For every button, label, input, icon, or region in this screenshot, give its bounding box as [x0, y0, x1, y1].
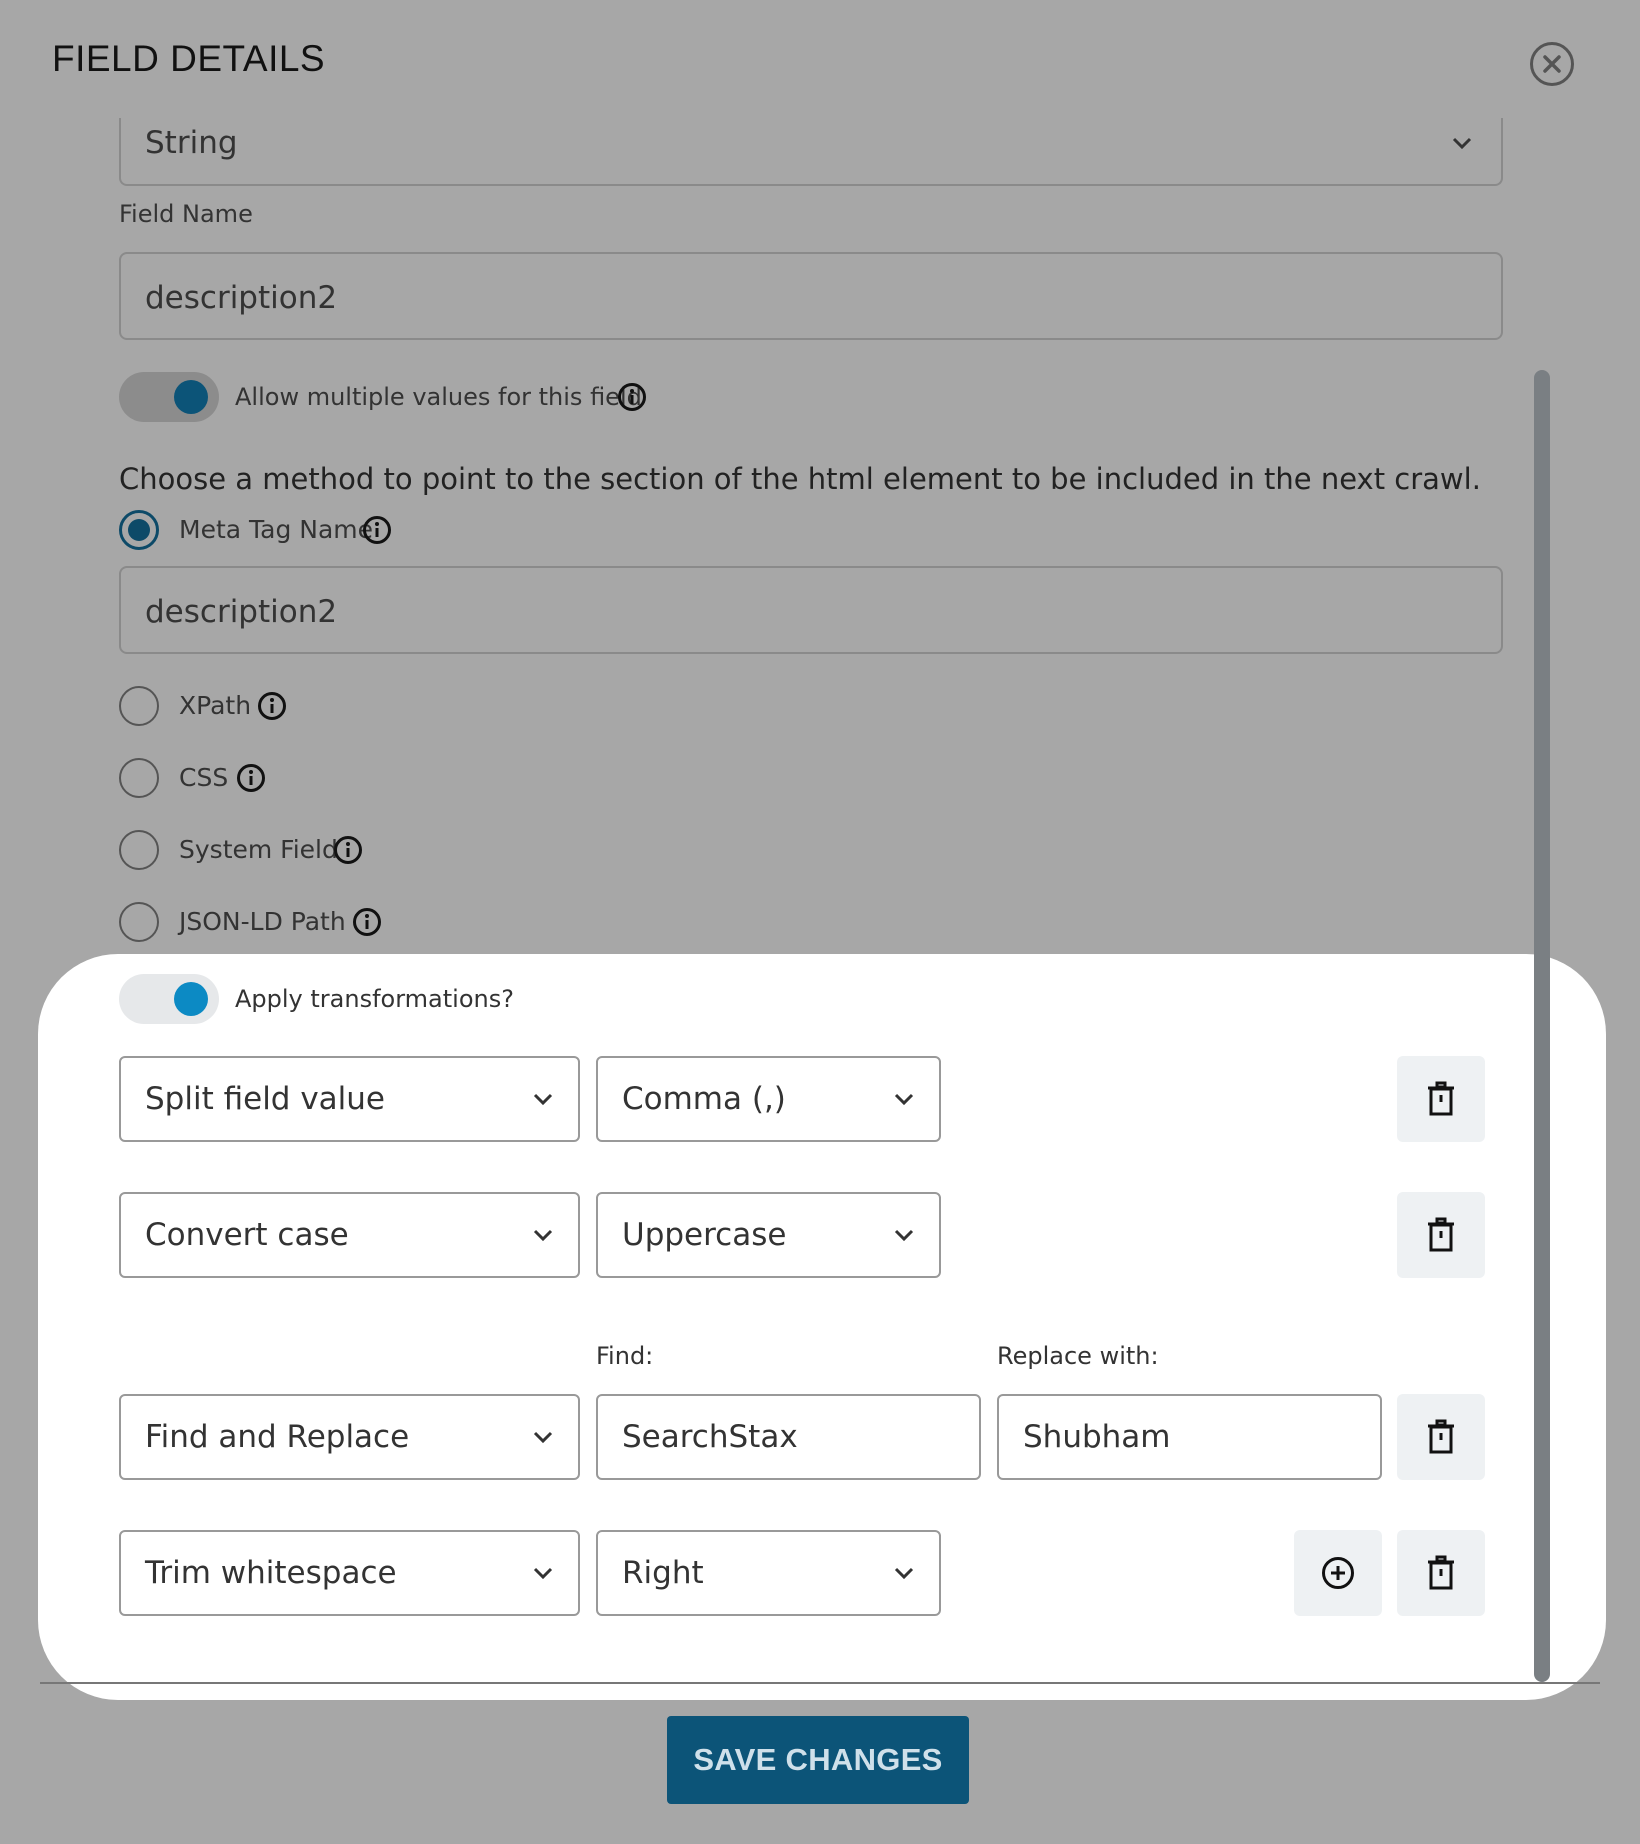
trash-icon	[1428, 1217, 1454, 1252]
transformation-type-value: Trim whitespace	[145, 1555, 397, 1591]
chevron-down-icon	[533, 1431, 553, 1444]
close-button[interactable]	[1530, 42, 1574, 86]
replace-input[interactable]: Shubham	[997, 1394, 1382, 1480]
find-input[interactable]: SearchStax	[596, 1394, 981, 1480]
chevron-down-icon	[894, 1229, 914, 1242]
meta-tag-value: description2	[145, 594, 338, 630]
plus-circle-icon	[1322, 1557, 1354, 1589]
trash-icon	[1428, 1419, 1454, 1454]
delete-transformation-button[interactable]	[1397, 1530, 1485, 1616]
delete-transformation-button[interactable]	[1397, 1192, 1485, 1278]
delete-transformation-button[interactable]	[1397, 1056, 1485, 1142]
field-name-value: description2	[145, 280, 338, 316]
transformation-type-select[interactable]: Convert case	[119, 1192, 580, 1278]
apply-transformations-label: Apply transformations?	[235, 985, 514, 1013]
find-label: Find:	[596, 1342, 654, 1370]
info-icon[interactable]	[333, 835, 363, 865]
radio-system-field[interactable]	[119, 830, 159, 870]
transformation-type-value: Convert case	[145, 1217, 349, 1253]
multi-values-label: Allow multiple values for this field	[235, 383, 642, 411]
meta-tag-input[interactable]: description2	[119, 566, 1503, 654]
field-name-label: Field Name	[119, 200, 253, 228]
transformation-option-value: Uppercase	[622, 1217, 787, 1253]
radio-json-ld-path[interactable]	[119, 902, 159, 942]
replace-label: Replace with:	[997, 1342, 1159, 1370]
scrollbar[interactable]	[1534, 370, 1550, 1682]
add-transformation-button[interactable]	[1294, 1530, 1382, 1616]
multi-values-toggle[interactable]	[119, 372, 219, 422]
radio-label-system-field: System Field	[179, 835, 338, 864]
chevron-down-icon	[1452, 137, 1472, 150]
field-type-value: String	[145, 125, 238, 161]
chevron-down-icon	[533, 1229, 553, 1242]
apply-transformations-toggle[interactable]	[119, 974, 219, 1024]
chevron-down-icon	[894, 1093, 914, 1106]
field-name-input[interactable]: description2	[119, 252, 1503, 340]
method-prompt: Choose a method to point to the section …	[119, 462, 1481, 496]
transformation-type-select[interactable]: Split field value	[119, 1056, 580, 1142]
delete-transformation-button[interactable]	[1397, 1394, 1485, 1480]
transformation-option-value: Comma (,)	[622, 1081, 786, 1117]
info-icon[interactable]	[362, 515, 392, 545]
save-changes-button[interactable]: SAVE CHANGES	[667, 1716, 969, 1804]
replace-value: Shubham	[1023, 1419, 1171, 1455]
chevron-down-icon	[533, 1093, 553, 1106]
trash-icon	[1428, 1081, 1454, 1116]
radio-label-xpath: XPath	[179, 691, 252, 720]
find-value: SearchStax	[622, 1419, 798, 1455]
transformation-option-value: Right	[622, 1555, 704, 1591]
transformation-type-value: Find and Replace	[145, 1419, 410, 1455]
dialog-title: FIELD DETAILS	[52, 38, 326, 79]
footer-divider	[40, 1682, 1600, 1684]
radio-css[interactable]	[119, 758, 159, 798]
save-changes-label: SAVE CHANGES	[693, 1742, 943, 1777]
transformation-type-select[interactable]: Trim whitespace	[119, 1530, 580, 1616]
radio-label-json-ld-path: JSON-LD Path	[179, 907, 346, 936]
chevron-down-icon	[894, 1567, 914, 1580]
transformation-type-select[interactable]: Find and Replace	[119, 1394, 580, 1480]
transformation-option-select[interactable]: Uppercase	[596, 1192, 941, 1278]
radio-xpath[interactable]	[119, 686, 159, 726]
info-icon[interactable]	[352, 907, 382, 937]
chevron-down-icon	[533, 1567, 553, 1580]
radio-meta-tag-name[interactable]	[119, 510, 159, 550]
info-icon[interactable]	[236, 763, 266, 793]
transformation-option-select[interactable]: Comma (,)	[596, 1056, 941, 1142]
transformation-type-value: Split field value	[145, 1081, 386, 1117]
radio-label-meta-tag-name: Meta Tag Name	[179, 515, 374, 544]
info-icon[interactable]	[257, 691, 287, 721]
trash-icon	[1428, 1555, 1454, 1590]
info-icon[interactable]	[617, 382, 647, 412]
transformation-option-select[interactable]: Right	[596, 1530, 941, 1616]
close-icon	[1543, 55, 1561, 73]
radio-label-css: CSS	[179, 763, 229, 792]
field-type-select[interactable]: String	[119, 118, 1503, 186]
